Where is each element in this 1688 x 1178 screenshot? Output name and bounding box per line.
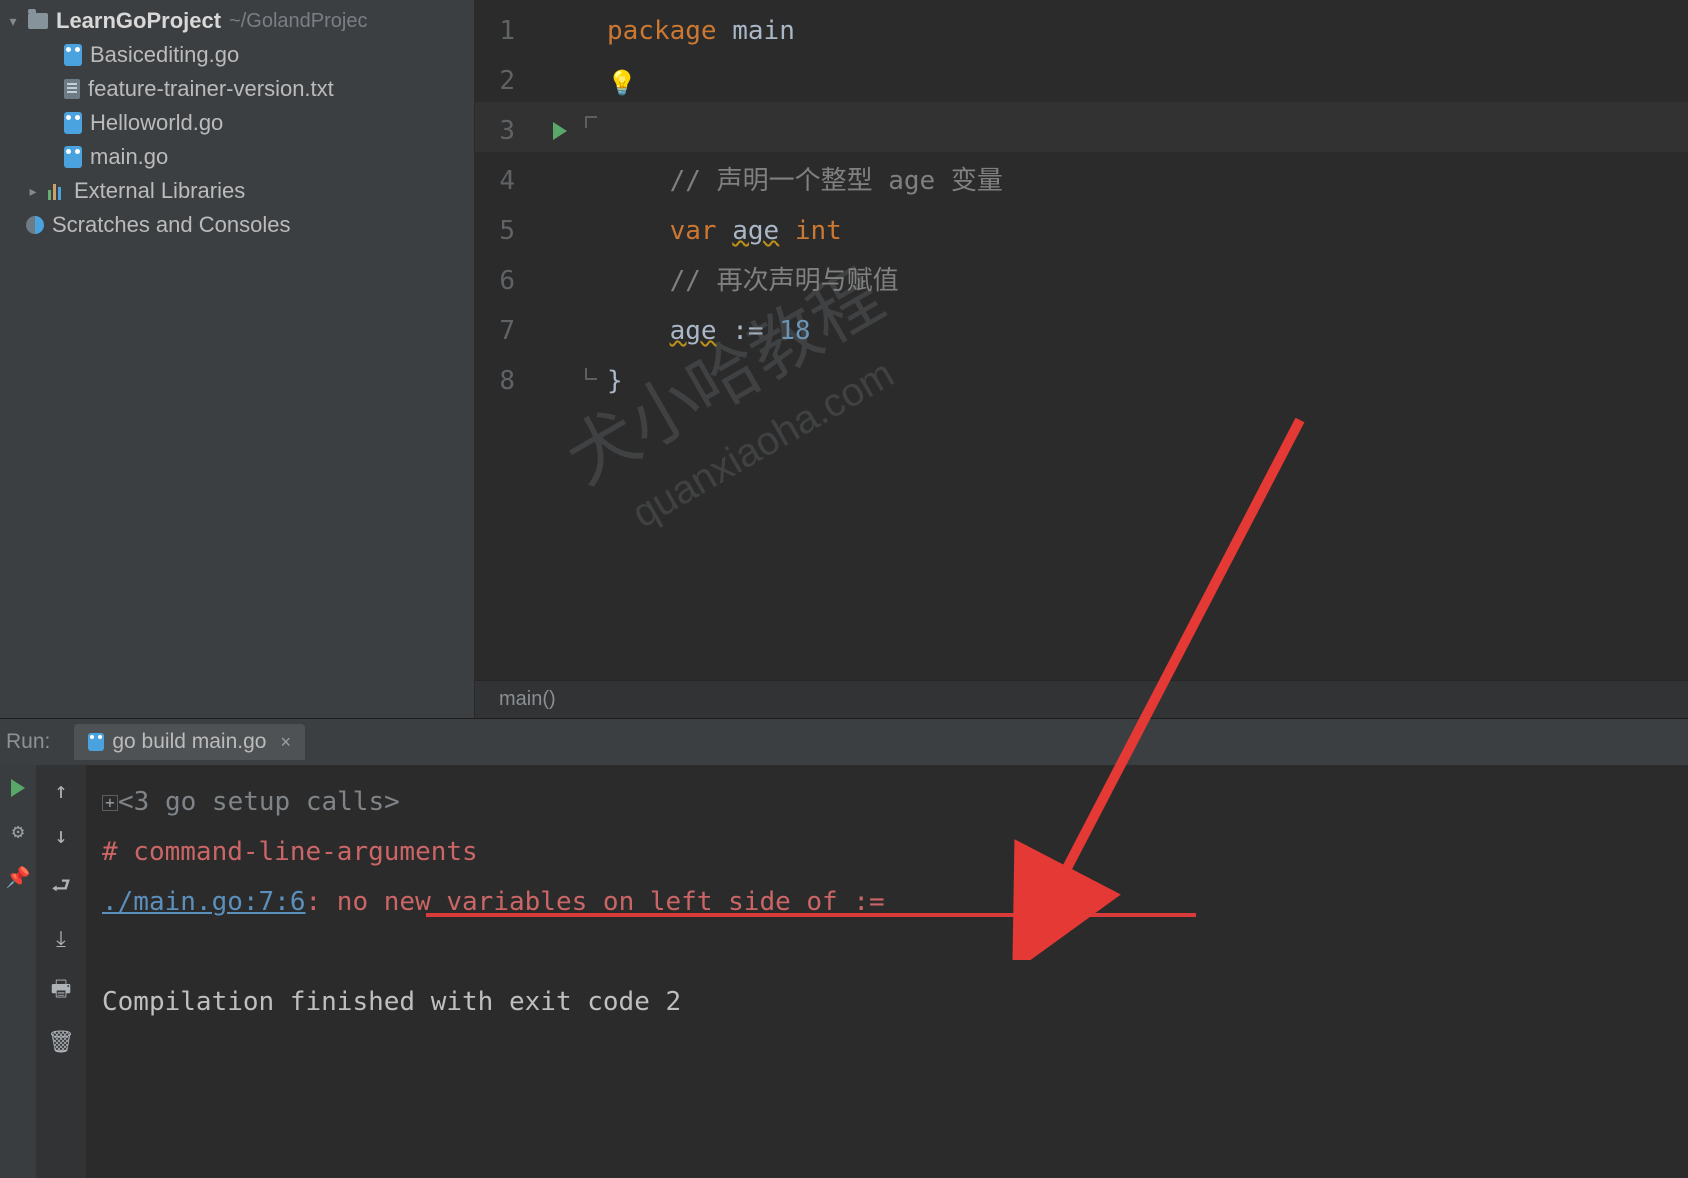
soft-wrap-icon[interactable]: ⮐ bbox=[51, 869, 71, 907]
line-number[interactable]: 3 bbox=[475, 106, 515, 156]
intention-bulb-icon[interactable]: 💡 bbox=[607, 58, 637, 108]
console-error-link[interactable]: ./main.go:7:6 bbox=[102, 887, 306, 917]
pin-icon[interactable]: 📌 bbox=[6, 865, 31, 889]
project-path: ~/GolandProjec bbox=[229, 10, 367, 33]
chevron-down-icon: ▾ bbox=[6, 13, 20, 30]
run-label: Run: bbox=[6, 730, 60, 754]
file-row[interactable]: feature-trainer-version.txt bbox=[0, 72, 474, 106]
scratches-row[interactable]: Scratches and Consoles bbox=[0, 208, 474, 242]
run-tool-window: Run: go build main.go × ⚙ 📌 ↑ ↓ ⮐ ⤓ 🖶 🗑 bbox=[0, 718, 1688, 1178]
libraries-icon bbox=[48, 182, 66, 200]
line-number[interactable]: 7 bbox=[475, 306, 515, 356]
external-libraries-row[interactable]: ▸ External Libraries bbox=[0, 174, 474, 208]
code-line[interactable]: // 声明一个整型 age 变量 bbox=[607, 156, 1688, 206]
external-libraries-label: External Libraries bbox=[74, 178, 245, 204]
settings-icon[interactable]: ⚙ bbox=[12, 819, 24, 843]
project-tree[interactable]: ▾ LearnGoProject ~/GolandProjec Basicedi… bbox=[0, 0, 475, 718]
line-number[interactable]: 5 bbox=[475, 206, 515, 256]
file-name: Basicediting.go bbox=[90, 42, 239, 68]
scroll-down-icon[interactable]: ↓ bbox=[54, 824, 67, 849]
run-toolbar-left: ⚙ 📌 bbox=[0, 765, 36, 1178]
fold-end-icon[interactable] bbox=[585, 368, 597, 380]
folder-icon bbox=[28, 13, 48, 29]
fold-start-icon[interactable] bbox=[585, 116, 597, 128]
run-console-output[interactable]: +<3 go setup calls> # command-line-argum… bbox=[86, 765, 1688, 1178]
line-number-gutter[interactable]: 12345678 bbox=[475, 6, 585, 680]
code-line[interactable]: age := 18 bbox=[607, 306, 1688, 356]
run-tab-title: go build main.go bbox=[112, 730, 266, 754]
file-row[interactable]: Helloworld.go bbox=[0, 106, 474, 140]
line-number[interactable]: 2 bbox=[475, 56, 515, 106]
file-name: Helloworld.go bbox=[90, 110, 223, 136]
print-icon[interactable]: 🖶 bbox=[51, 972, 72, 1010]
annotation-underline bbox=[426, 913, 1196, 917]
line-number[interactable]: 6 bbox=[475, 256, 515, 306]
run-line-icon[interactable] bbox=[553, 122, 567, 140]
code-line[interactable]: var age int bbox=[607, 206, 1688, 256]
file-row[interactable]: main.go bbox=[0, 140, 474, 174]
go-run-icon bbox=[88, 733, 104, 751]
console-error-header: # command-line-arguments bbox=[102, 827, 1672, 877]
run-toolbar-mid: ↑ ↓ ⮐ ⤓ 🖶 🗑 bbox=[36, 765, 86, 1178]
expand-icon[interactable]: + bbox=[102, 795, 118, 811]
code-line[interactable]: package main bbox=[607, 6, 1688, 56]
run-tab-bar: Run: go build main.go × bbox=[0, 719, 1688, 765]
scratches-label: Scratches and Consoles bbox=[52, 212, 290, 238]
file-name: feature-trainer-version.txt bbox=[88, 76, 334, 102]
go-file-icon bbox=[64, 44, 82, 66]
line-number[interactable]: 8 bbox=[475, 356, 515, 406]
line-number[interactable]: 1 bbox=[475, 6, 515, 56]
code-line[interactable]: } bbox=[607, 356, 1688, 406]
fold-gutter[interactable] bbox=[585, 6, 607, 680]
file-name: main.go bbox=[90, 144, 168, 170]
go-file-icon bbox=[64, 112, 82, 134]
run-config-tab[interactable]: go build main.go × bbox=[74, 724, 305, 760]
go-file-icon bbox=[64, 146, 82, 168]
chevron-right-icon: ▸ bbox=[26, 183, 40, 200]
current-line-highlight bbox=[475, 102, 1688, 152]
run-icon[interactable] bbox=[11, 779, 25, 797]
code-line[interactable]: 💡 bbox=[607, 56, 1688, 106]
text-file-icon bbox=[64, 79, 80, 99]
code-editor[interactable]: 12345678 package main💡func main() { // 声… bbox=[475, 0, 1688, 718]
scroll-up-icon[interactable]: ↑ bbox=[54, 779, 67, 804]
console-footer: Compilation finished with exit code 2 bbox=[102, 977, 1672, 1027]
scratches-icon bbox=[26, 216, 44, 234]
code-line[interactable]: // 再次声明与赋值 bbox=[607, 256, 1688, 306]
file-row[interactable]: Basicediting.go bbox=[0, 38, 474, 72]
breadcrumb-bar[interactable]: main() bbox=[475, 680, 1688, 718]
line-number[interactable]: 4 bbox=[475, 156, 515, 206]
trash-icon[interactable]: 🗑 bbox=[47, 1030, 75, 1055]
close-icon[interactable]: × bbox=[274, 732, 291, 753]
project-name: LearnGoProject bbox=[56, 8, 221, 34]
scroll-to-end-icon[interactable]: ⤓ bbox=[56, 927, 66, 952]
console-folded-line: <3 go setup calls> bbox=[118, 787, 400, 817]
breadcrumb-item[interactable]: main() bbox=[499, 688, 556, 711]
project-root-row[interactable]: ▾ LearnGoProject ~/GolandProjec bbox=[0, 4, 474, 38]
